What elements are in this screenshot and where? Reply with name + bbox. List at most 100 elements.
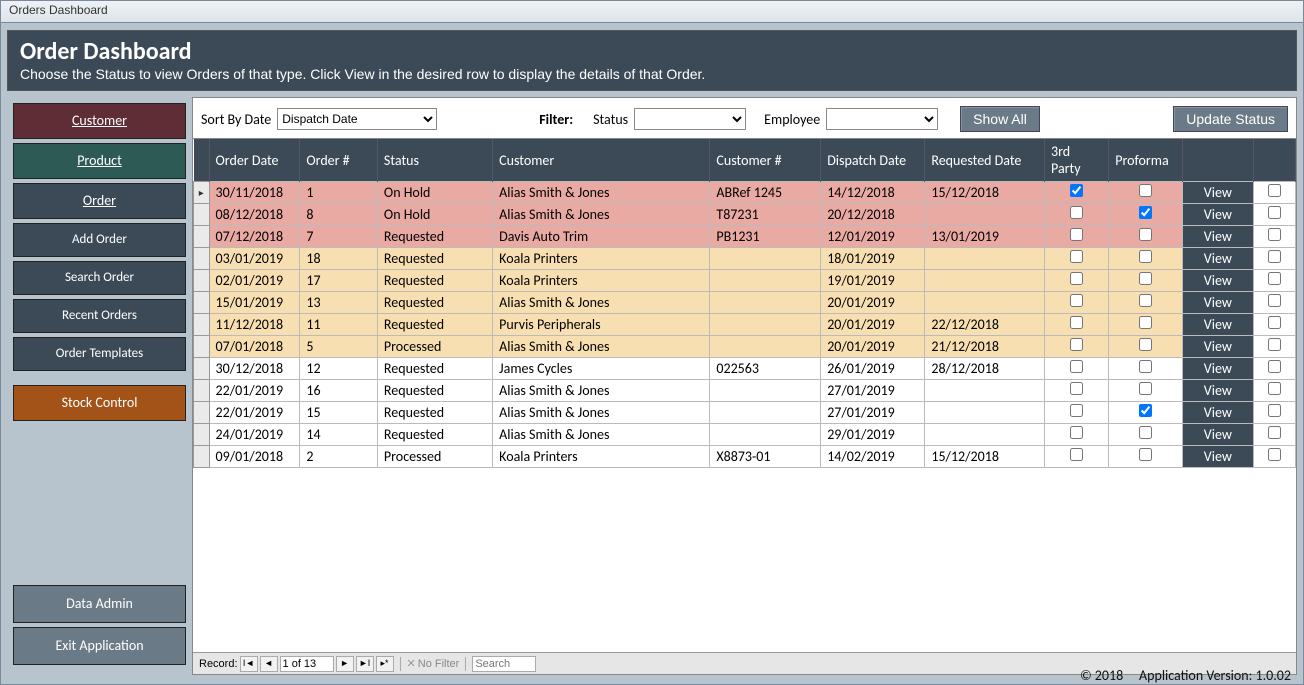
cell-order-date[interactable]: 30/12/2018 — [209, 358, 300, 380]
proforma-checkbox[interactable] — [1139, 272, 1152, 285]
sidebar-item-stock-control[interactable]: Stock Control — [13, 385, 186, 421]
cell-requested-date[interactable] — [925, 248, 1045, 270]
cell-order-no[interactable]: 17 — [300, 270, 378, 292]
sidebar-item-recent-orders[interactable]: Recent Orders — [13, 299, 186, 333]
row-selector[interactable] — [194, 226, 210, 248]
proforma-checkbox[interactable] — [1139, 250, 1152, 263]
third-party-checkbox[interactable] — [1070, 360, 1083, 373]
cell-customer[interactable]: Koala Printers — [493, 270, 710, 292]
cell-customer[interactable]: Alias Smith & Jones — [493, 380, 710, 402]
third-party-checkbox[interactable] — [1070, 272, 1083, 285]
row-select-checkbox[interactable] — [1268, 316, 1281, 329]
cell-order-no[interactable]: 14 — [300, 424, 378, 446]
cell-requested-date[interactable] — [925, 204, 1045, 226]
employee-select[interactable] — [826, 108, 938, 130]
cell-customer-no[interactable]: ABRef 1245 — [710, 182, 821, 204]
cell-customer-no[interactable]: 022563 — [710, 358, 821, 380]
cell-customer-no[interactable]: X8873-01 — [710, 446, 821, 468]
view-button[interactable]: View — [1182, 248, 1253, 270]
cell-status[interactable]: On Hold — [377, 204, 492, 226]
proforma-checkbox[interactable] — [1139, 184, 1152, 197]
cell-order-date[interactable]: 09/01/2018 — [209, 446, 300, 468]
cell-requested-date[interactable] — [925, 380, 1045, 402]
cell-customer-no[interactable]: T87231 — [710, 204, 821, 226]
row-selector[interactable] — [194, 336, 210, 358]
cell-order-no[interactable]: 1 — [300, 182, 378, 204]
sidebar-item-exit-application[interactable]: Exit Application — [13, 627, 186, 665]
cell-customer[interactable]: Purvis Peripherals — [493, 314, 710, 336]
sidebar-item-search-order[interactable]: Search Order — [13, 261, 186, 295]
cell-order-date[interactable]: 11/12/2018 — [209, 314, 300, 336]
view-button[interactable]: View — [1182, 358, 1253, 380]
record-position-input[interactable] — [280, 656, 334, 672]
cell-dispatch-date[interactable]: 20/01/2019 — [821, 314, 925, 336]
nav-last-icon[interactable]: ►I — [356, 656, 374, 672]
cell-order-date[interactable]: 15/01/2019 — [209, 292, 300, 314]
update-status-button[interactable]: Update Status — [1173, 106, 1288, 132]
col-dispatch-date[interactable]: Dispatch Date — [821, 139, 925, 182]
cell-order-no[interactable]: 2 — [300, 446, 378, 468]
row-select-checkbox[interactable] — [1268, 206, 1281, 219]
proforma-checkbox[interactable] — [1139, 206, 1152, 219]
cell-customer[interactable]: Alias Smith & Jones — [493, 292, 710, 314]
cell-status[interactable]: Requested — [377, 248, 492, 270]
cell-order-date[interactable]: 24/01/2019 — [209, 424, 300, 446]
record-search-input[interactable] — [472, 656, 536, 672]
row-selector[interactable] — [194, 248, 210, 270]
cell-order-no[interactable]: 11 — [300, 314, 378, 336]
cell-order-no[interactable]: 13 — [300, 292, 378, 314]
cell-dispatch-date[interactable]: 26/01/2019 — [821, 358, 925, 380]
cell-dispatch-date[interactable]: 12/01/2019 — [821, 226, 925, 248]
col-proforma[interactable]: Proforma — [1109, 139, 1183, 182]
sidebar-item-data-admin[interactable]: Data Admin — [13, 585, 186, 623]
cell-order-no[interactable]: 8 — [300, 204, 378, 226]
view-button[interactable]: View — [1182, 446, 1253, 468]
cell-status[interactable]: Requested — [377, 226, 492, 248]
sidebar-item-product[interactable]: Product — [13, 143, 186, 179]
row-selector[interactable]: ▸ — [194, 182, 210, 204]
cell-status[interactable]: Requested — [377, 314, 492, 336]
view-button[interactable]: View — [1182, 182, 1253, 204]
cell-dispatch-date[interactable]: 20/01/2019 — [821, 292, 925, 314]
col-status[interactable]: Status — [377, 139, 492, 182]
cell-status[interactable]: Requested — [377, 292, 492, 314]
sidebar-item-customer[interactable]: Customer — [13, 103, 186, 139]
row-selector[interactable] — [194, 380, 210, 402]
cell-dispatch-date[interactable]: 19/01/2019 — [821, 270, 925, 292]
row-select-checkbox[interactable] — [1268, 272, 1281, 285]
cell-status[interactable]: Processed — [377, 336, 492, 358]
view-button[interactable]: View — [1182, 314, 1253, 336]
cell-customer[interactable]: Alias Smith & Jones — [493, 182, 710, 204]
cell-customer[interactable]: Davis Auto Trim — [493, 226, 710, 248]
cell-status[interactable]: On Hold — [377, 182, 492, 204]
row-select-checkbox[interactable] — [1268, 228, 1281, 241]
cell-order-no[interactable]: 15 — [300, 402, 378, 424]
row-selector[interactable] — [194, 446, 210, 468]
nav-first-icon[interactable]: I◄ — [240, 656, 258, 672]
cell-order-no[interactable]: 16 — [300, 380, 378, 402]
row-selector[interactable] — [194, 424, 210, 446]
cell-customer[interactable]: Alias Smith & Jones — [493, 402, 710, 424]
cell-status[interactable]: Processed — [377, 446, 492, 468]
cell-requested-date[interactable]: 21/12/2018 — [925, 336, 1045, 358]
show-all-button[interactable]: Show All — [960, 106, 1040, 132]
view-button[interactable]: View — [1182, 424, 1253, 446]
row-select-checkbox[interactable] — [1268, 338, 1281, 351]
third-party-checkbox[interactable] — [1070, 250, 1083, 263]
proforma-checkbox[interactable] — [1139, 294, 1152, 307]
proforma-checkbox[interactable] — [1139, 228, 1152, 241]
col-customer[interactable]: Customer — [493, 139, 710, 182]
row-select-checkbox[interactable] — [1268, 448, 1281, 461]
third-party-checkbox[interactable] — [1070, 206, 1083, 219]
proforma-checkbox[interactable] — [1139, 426, 1152, 439]
cell-customer-no[interactable] — [710, 380, 821, 402]
row-selector[interactable] — [194, 402, 210, 424]
row-select-checkbox[interactable] — [1268, 404, 1281, 417]
row-select-checkbox[interactable] — [1268, 382, 1281, 395]
cell-order-no[interactable]: 5 — [300, 336, 378, 358]
third-party-checkbox[interactable] — [1070, 338, 1083, 351]
col-order-no[interactable]: Order # — [300, 139, 378, 182]
row-select-checkbox[interactable] — [1268, 426, 1281, 439]
view-button[interactable]: View — [1182, 336, 1253, 358]
cell-dispatch-date[interactable]: 29/01/2019 — [821, 424, 925, 446]
